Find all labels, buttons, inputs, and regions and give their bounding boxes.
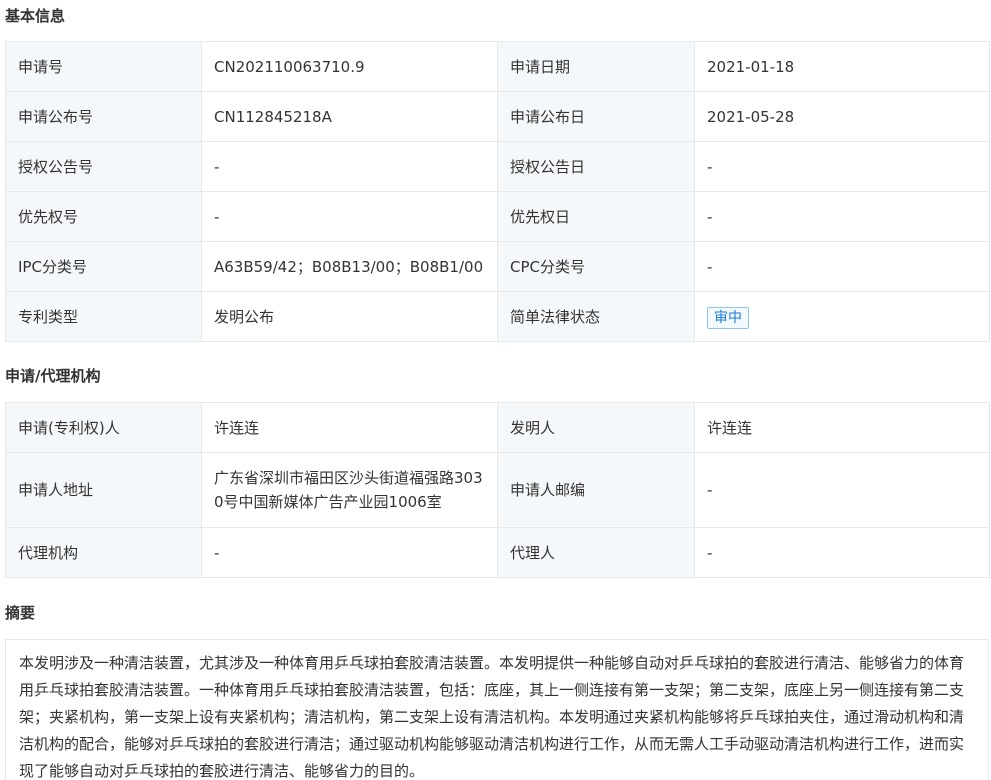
label-application-number: 申请号 — [5, 41, 202, 92]
section-title-agency: 申请/代理机构 — [5, 367, 101, 385]
label-application-date: 申请日期 — [497, 41, 695, 92]
value-application-date: 2021-01-18 — [694, 41, 990, 92]
label-publication-date: 申请公布日 — [497, 91, 695, 142]
value-publication-date: 2021-05-28 — [694, 91, 990, 142]
table-row: 优先权号 - 优先权日 - — [5, 191, 990, 242]
value-application-number: CN202110063710.9 — [201, 41, 498, 92]
label-patent-type: 专利类型 — [5, 291, 202, 342]
value-inventor: 许连连 — [694, 402, 990, 453]
label-priority-date: 优先权日 — [497, 191, 695, 242]
value-applicant-postcode: - — [694, 452, 990, 528]
label-grant-date: 授权公告日 — [497, 141, 695, 192]
table-row: 申请号 CN202110063710.9 申请日期 2021-01-18 — [5, 41, 990, 92]
label-applicant-address: 申请人地址 — [5, 452, 202, 528]
label-priority-number: 优先权号 — [5, 191, 202, 242]
value-legal-status: 审中 — [694, 291, 990, 342]
section-title-basic-info: 基本信息 — [5, 7, 66, 25]
label-legal-status: 简单法律状态 — [497, 291, 695, 342]
value-applicant-address: 广东省深圳市福田区沙头街道福强路3030号中国新媒体广告产业园1006室 — [201, 452, 498, 528]
table-row: 专利类型 发明公布 简单法律状态 审中 — [5, 291, 990, 342]
table-row: 申请人地址 广东省深圳市福田区沙头街道福强路3030号中国新媒体广告产业园100… — [5, 452, 990, 528]
label-cpc: CPC分类号 — [497, 241, 695, 292]
value-priority-number: - — [201, 191, 498, 242]
section-title-abstract: 摘要 — [5, 604, 36, 622]
label-agent: 代理人 — [497, 527, 695, 578]
label-applicant: 申请(专利权)人 — [5, 402, 202, 453]
value-ipc: A63B59/42；B08B13/00；B08B1/00 — [201, 241, 498, 292]
label-agency: 代理机构 — [5, 527, 202, 578]
table-row: 授权公告号 - 授权公告日 - — [5, 141, 990, 192]
table-row: 申请公布号 CN112845218A 申请公布日 2021-05-28 — [5, 91, 990, 142]
table-row: 代理机构 - 代理人 - — [5, 527, 990, 578]
patent-detail-page: 基本信息 申请号 CN202110063710.9 申请日期 2021-01-1… — [0, 0, 991, 780]
label-applicant-postcode: 申请人邮编 — [497, 452, 695, 528]
label-ipc: IPC分类号 — [5, 241, 202, 292]
label-grant-number: 授权公告号 — [5, 141, 202, 192]
abstract-text: 本发明涉及一种清洁装置，尤其涉及一种体育用乒乓球拍套胶清洁装置。本发明提供一种能… — [5, 639, 989, 780]
value-patent-type: 发明公布 — [201, 291, 498, 342]
value-agency: - — [201, 527, 498, 578]
status-badge[interactable]: 审中 — [707, 306, 749, 329]
table-row: IPC分类号 A63B59/42；B08B13/00；B08B1/00 CPC分… — [5, 241, 990, 292]
value-cpc: - — [694, 241, 990, 292]
value-grant-date: - — [694, 141, 990, 192]
table-row: 申请(专利权)人 许连连 发明人 许连连 — [5, 402, 990, 453]
label-publication-number: 申请公布号 — [5, 91, 202, 142]
agency-table: 申请(专利权)人 许连连 发明人 许连连 申请人地址 广东省深圳市福田区沙头街道… — [5, 402, 990, 578]
basic-info-table: 申请号 CN202110063710.9 申请日期 2021-01-18 申请公… — [5, 41, 990, 342]
value-publication-number: CN112845218A — [201, 91, 498, 142]
value-priority-date: - — [694, 191, 990, 242]
value-agent: - — [694, 527, 990, 578]
label-inventor: 发明人 — [497, 402, 695, 453]
value-applicant: 许连连 — [201, 402, 498, 453]
value-grant-number: - — [201, 141, 498, 192]
